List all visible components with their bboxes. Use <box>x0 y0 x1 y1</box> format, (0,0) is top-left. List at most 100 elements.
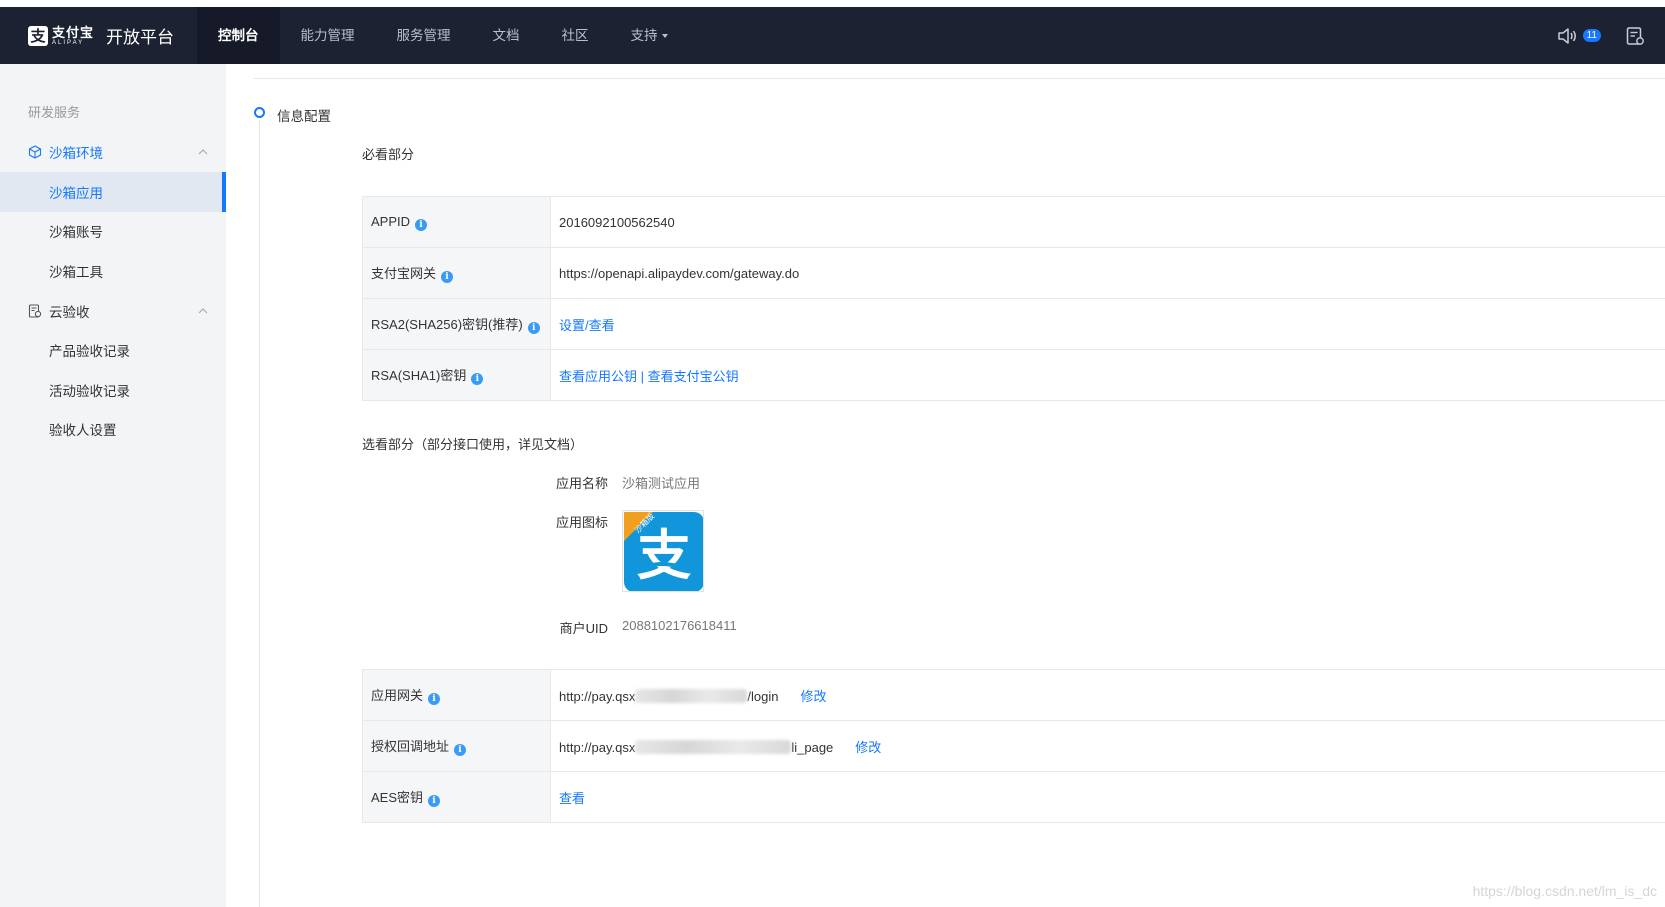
brand[interactable]: 支 支付宝 ALIPAY 开放平台 <box>28 7 174 64</box>
app-icon-row: 应用图标 <box>548 512 608 531</box>
rsa-public-key-links[interactable]: 查看应用公钥 | 查看支付宝公钥 <box>559 369 739 384</box>
info-icon[interactable]: i <box>471 373 484 385</box>
chevron-up-icon <box>198 149 208 155</box>
logo-cn: 支付宝 <box>52 24 95 40</box>
info-icon[interactable]: i <box>441 271 454 283</box>
info-icon[interactable]: i <box>415 218 428 231</box>
redacted-blur <box>635 739 792 754</box>
sidebar-item-sandbox-app[interactable]: 沙箱应用 <box>0 172 226 212</box>
row-value: 查看应用公钥 | 查看支付宝公钥 <box>550 349 1665 401</box>
url-prefix: http://pay.qsx <box>559 688 636 704</box>
row-key: APPID i <box>362 196 551 248</box>
top-right-tools: 11 <box>1557 7 1645 64</box>
sidebar-item-product-acceptance[interactable]: 产品验收记录 <box>0 330 226 370</box>
top-navigation-bar: 支 支付宝 ALIPAY 开放平台 控制台 能力管理 服务管理 文档 社区 支持… <box>0 7 1665 64</box>
logo-en: ALIPAY <box>52 39 85 46</box>
sidebar: 研发服务 沙箱环境 沙箱应用 沙箱账号 沙箱工具 云验收 产品验收记录 活动验收… <box>0 64 226 907</box>
key-label: APPID <box>371 213 411 229</box>
table-row: RSA2(SHA256)密钥(推荐) i 设置/查看 <box>362 298 1665 350</box>
url-suffix: /login <box>747 688 779 704</box>
document-list-icon[interactable] <box>1625 26 1645 46</box>
rsa2-setup-view-link[interactable]: 设置/查看 <box>559 318 615 333</box>
info-icon[interactable]: i <box>454 744 467 756</box>
app-icon-glyph: 支 <box>637 524 691 587</box>
url-suffix: li_page <box>791 739 834 755</box>
required-section-title: 必看部分 <box>362 147 415 162</box>
row-key: RSA(SHA1)密钥 i <box>362 349 551 401</box>
sidebar-group-title: 研发服务 <box>28 105 81 120</box>
callback-url-value: http://pay.qsx li_page 修改 <box>550 720 1665 772</box>
info-icon[interactable]: i <box>428 795 441 807</box>
sidebar-item-sandbox-tools[interactable]: 沙箱工具 <box>0 251 226 291</box>
speaker-icon[interactable] <box>1557 26 1579 46</box>
sidebar-item-acceptor-settings[interactable]: 验收人设置 <box>0 409 226 449</box>
row-value: 设置/查看 <box>550 298 1665 350</box>
caret-down-icon <box>661 34 668 39</box>
timeline-dot-icon <box>254 107 265 118</box>
merchant-uid-row: 商户UID 2088102176618411 <box>548 618 737 637</box>
row-key: RSA2(SHA256)密钥(推荐) i <box>362 298 551 350</box>
key-label: 支付宝网关 <box>371 266 437 281</box>
notification-badge[interactable]: 11 <box>1582 29 1601 42</box>
table-row: AES密钥 i 查看 <box>362 771 1665 823</box>
app-gateway-value: http://pay.qsx/login 修改 <box>550 669 1665 721</box>
table-row: 授权回调地址 i http://pay.qsx li_page 修改 <box>362 720 1665 772</box>
table-row: APPID i 2016092100562540 <box>362 196 1665 248</box>
section-title: 信息配置 <box>277 109 331 124</box>
sidebar-item-sandbox-env[interactable]: 沙箱环境 <box>0 132 226 172</box>
sidebar-item-sandbox-account[interactable]: 沙箱账号 <box>0 211 226 251</box>
app-name-value: 沙箱测试应用 <box>622 476 701 491</box>
merchant-uid-value: 2088102176618411 <box>622 618 737 633</box>
chevron-up-icon <box>198 308 208 314</box>
sidebar-item-activity-acceptance[interactable]: 活动验收记录 <box>0 370 226 410</box>
required-config-table: APPID i 2016092100562540 支付宝网关 i https://o… <box>362 196 1665 401</box>
nav-support[interactable]: 支持 <box>610 7 689 64</box>
gateway-value: https://openapi.alipaydev.com/gateway.do <box>550 247 1665 299</box>
info-icon[interactable]: i <box>527 322 540 334</box>
table-row: 应用网关 i http://pay.qsx/login 修改 <box>362 669 1665 721</box>
nav-docs[interactable]: 文档 <box>472 7 541 64</box>
nav-capability[interactable]: 能力管理 <box>280 7 376 64</box>
alipay-logo-icon: 支 <box>28 25 48 46</box>
optional-config-table: 应用网关 i http://pay.qsx/login 修改 授权回调地址 i htt… <box>362 669 1665 823</box>
checklist-icon <box>28 304 42 318</box>
app-icon-image: 支 沙箱版 <box>622 510 704 592</box>
timeline-line <box>259 120 260 907</box>
alipay-logo-text: 支付宝 ALIPAY <box>52 26 94 46</box>
table-row: RSA(SHA1)密钥 i 查看应用公钥 | 查看支付宝公钥 <box>362 349 1665 401</box>
nav-support-label: 支持 <box>630 28 658 43</box>
info-icon[interactable]: i <box>428 693 441 705</box>
alipay-app-icon: 支 沙箱版 <box>624 511 703 591</box>
row-key: AES密钥 i <box>362 771 551 823</box>
sidebar-item-cloud-acceptance[interactable]: 云验收 <box>0 291 226 331</box>
edit-callback-url-link[interactable]: 修改 <box>855 740 881 755</box>
divider <box>254 78 1665 79</box>
key-label: AES密钥 <box>371 790 424 805</box>
key-label: 应用网关 <box>371 688 424 703</box>
row-value: 查看 <box>550 771 1665 823</box>
view-aes-key-link[interactable]: 查看 <box>559 791 585 806</box>
sidebar-item-label: 沙箱环境 <box>49 146 103 161</box>
row-key: 支付宝网关 i <box>362 247 551 299</box>
main-content: 信息配置 必看部分 APPID i 2016092100562540 支付宝网关 i… <box>226 64 1665 907</box>
cube-icon <box>28 145 42 159</box>
url-prefix: http://pay.qsx <box>559 739 636 755</box>
redacted-blur <box>635 688 748 703</box>
edit-app-gateway-link[interactable]: 修改 <box>800 689 826 704</box>
table-row: 支付宝网关 i https://openapi.alipaydev.com/gat… <box>362 247 1665 299</box>
platform-title: 开放平台 <box>106 28 175 47</box>
nav-service[interactable]: 服务管理 <box>376 7 472 64</box>
watermark: https://blog.csdn.net/lm_is_dc <box>1472 883 1657 899</box>
app-name-row: 应用名称 沙箱测试应用 <box>548 473 700 492</box>
key-label: RSA(SHA1)密钥 <box>371 368 467 383</box>
app-icon-label: 应用图标 <box>555 515 608 530</box>
row-key: 应用网关 i <box>362 669 551 721</box>
key-label: 授权回调地址 <box>371 739 450 754</box>
main-nav: 控制台 能力管理 服务管理 文档 社区 支持 <box>197 7 689 64</box>
appid-value: 2016092100562540 <box>550 196 1665 248</box>
optional-section-title: 选看部分（部分接口使用，详见文档） <box>362 437 584 452</box>
nav-community[interactable]: 社区 <box>541 7 610 64</box>
key-label: RSA2(SHA256)密钥(推荐) <box>371 317 523 332</box>
row-key: 授权回调地址 i <box>362 720 551 772</box>
nav-console[interactable]: 控制台 <box>197 7 280 64</box>
